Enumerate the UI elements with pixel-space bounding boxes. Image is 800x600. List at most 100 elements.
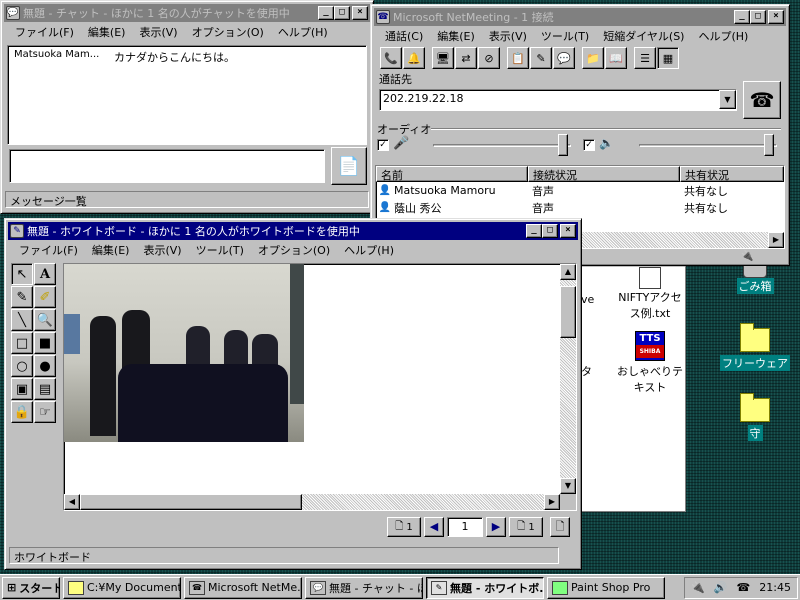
- canvas-vscroll[interactable]: ▲ ▼: [560, 264, 576, 494]
- chat-message-area[interactable]: Matsuoka Mam... カナダからこんにちは。: [7, 45, 367, 145]
- whiteboard-canvas[interactable]: ▲ ▼ ◀ ▶: [63, 263, 577, 511]
- share-icon[interactable]: 🖥: [432, 47, 454, 69]
- page-number-field[interactable]: 1: [447, 517, 483, 537]
- netmeeting-title-bar[interactable]: ☎ Microsoft NetMeeting - 1 接続 _ □ ×: [374, 8, 786, 26]
- next-page-button[interactable]: ▶: [486, 517, 506, 537]
- chat-title-bar[interactable]: 💬 無題 - チャット - ほかに 1 名の人がチャットを使用中 _ □ ×: [4, 4, 370, 22]
- directory-icon[interactable]: 📖: [605, 47, 627, 69]
- pen-tool-icon[interactable]: ✎: [11, 286, 33, 308]
- last-page-button[interactable]: 🗋 1: [509, 517, 543, 537]
- canvas-hscroll[interactable]: ◀ ▶: [64, 494, 560, 510]
- address-combo[interactable]: 202.219.22.18 ▼: [379, 89, 737, 111]
- clock[interactable]: 21:45: [759, 581, 791, 594]
- menu-view[interactable]: 表示(V): [132, 24, 184, 40]
- scroll-right-button[interactable]: ▶: [768, 232, 784, 248]
- close-button[interactable]: ×: [768, 10, 784, 24]
- rectangle-tool-icon[interactable]: □: [11, 332, 33, 354]
- netmeeting-tray-icon[interactable]: ☎: [737, 581, 751, 594]
- taskbar-button-whiteboard[interactable]: ✎ 無題 - ホワイトボ...: [426, 576, 544, 599]
- scroll-h-thumb[interactable]: [80, 494, 302, 510]
- menu-help[interactable]: ヘルプ(H): [271, 24, 335, 40]
- volume-tray-icon[interactable]: 🔊: [714, 581, 728, 594]
- details-view-icon[interactable]: ☰: [634, 47, 656, 69]
- scroll-thumb[interactable]: [560, 286, 576, 338]
- desktop-icon-nifty[interactable]: NIFTYアクセス例.txt: [613, 267, 687, 321]
- desktop-icon-freeware[interactable]: フリーウェア: [720, 322, 790, 371]
- mic-slider[interactable]: [433, 134, 571, 156]
- desktop-icon-tts[interactable]: TTS SHIBA おしゃべりテキスト: [613, 331, 687, 395]
- first-page-button[interactable]: 🗋 1: [387, 517, 421, 537]
- speaker-slider[interactable]: [639, 134, 777, 156]
- participant-row[interactable]: 👤 Matsuoka Mamoru 音声 共有なし: [376, 182, 784, 199]
- menu-view[interactable]: 表示(V): [136, 242, 188, 258]
- line-tool-icon[interactable]: ╲: [11, 309, 33, 331]
- menu-options[interactable]: オプション(O): [185, 24, 271, 40]
- scroll-right-button[interactable]: ▶: [544, 494, 560, 510]
- maximize-button[interactable]: □: [542, 224, 558, 238]
- select-area-tool-icon[interactable]: ▣: [11, 378, 33, 400]
- mic-checkbox[interactable]: ✓: [377, 139, 389, 151]
- close-button[interactable]: ×: [560, 224, 576, 238]
- taskbar-button-chat[interactable]: 💬 無題 - チャット - ほ...: [305, 576, 423, 599]
- menu-file[interactable]: ファイル(F): [8, 24, 81, 40]
- hangup-icon[interactable]: 🔔: [403, 47, 425, 69]
- list-view-icon[interactable]: ▦: [657, 47, 679, 69]
- column-sharing[interactable]: 共有状況: [680, 166, 784, 182]
- network-tray-icon[interactable]: 🔌: [691, 581, 705, 594]
- edit-icon[interactable]: ✎: [530, 47, 552, 69]
- scroll-left-button[interactable]: ◀: [64, 494, 80, 510]
- participant-row[interactable]: 👤 蔭山 秀公 音声 共有なし: [376, 199, 784, 216]
- whiteboard-title-bar[interactable]: ✎ 無題 - ホワイトボード - ほかに 1 名の人がホワイトボードを使用中 _…: [8, 222, 578, 240]
- maximize-button[interactable]: □: [334, 6, 350, 20]
- taskbar-button-paintshop[interactable]: Paint Shop Pro: [547, 576, 665, 599]
- explorer-item-ve[interactable]: ve: [581, 293, 594, 306]
- menu-edit[interactable]: 編集(E): [85, 242, 137, 258]
- collaborate-icon[interactable]: ⇄: [455, 47, 477, 69]
- menu-help[interactable]: ヘルプ(H): [337, 242, 401, 258]
- file-transfer-icon[interactable]: 📁: [582, 47, 604, 69]
- minimize-button[interactable]: _: [734, 10, 750, 24]
- scroll-up-button[interactable]: ▲: [560, 264, 576, 280]
- prev-page-button[interactable]: ◀: [424, 517, 444, 537]
- menu-tools[interactable]: ツール(T): [534, 28, 596, 44]
- column-name[interactable]: 名前: [376, 166, 528, 182]
- menu-speed-dial[interactable]: 短縮ダイヤル(S): [596, 28, 691, 44]
- speaker-checkbox[interactable]: ✓: [583, 139, 595, 151]
- menu-edit[interactable]: 編集(E): [81, 24, 133, 40]
- lock-contents-tool-icon[interactable]: 🔒: [11, 401, 33, 423]
- insert-page-button[interactable]: 🗋: [550, 517, 570, 537]
- ellipse-tool-icon[interactable]: ○: [11, 355, 33, 377]
- highlighter-tool-icon[interactable]: ✐: [34, 286, 56, 308]
- text-tool-icon[interactable]: A: [34, 263, 56, 285]
- menu-tools[interactable]: ツール(T): [189, 242, 251, 258]
- column-status[interactable]: 接続状況: [528, 166, 680, 182]
- scroll-down-button[interactable]: ▼: [560, 478, 576, 494]
- remote-pointer-tool-icon[interactable]: ☞: [34, 401, 56, 423]
- close-button[interactable]: ×: [352, 6, 368, 20]
- pasted-photo[interactable]: [64, 264, 304, 442]
- desktop-icon-mamoru[interactable]: 守: [720, 392, 790, 441]
- start-button[interactable]: ⊞ スタート: [2, 576, 60, 599]
- filled-rectangle-tool-icon[interactable]: ■: [34, 332, 56, 354]
- whiteboard-icon[interactable]: 📋: [507, 47, 529, 69]
- chat-icon[interactable]: 💬: [553, 47, 575, 69]
- taskbar-button-netmeeting[interactable]: ☎ Microsoft NetMe...: [184, 576, 302, 599]
- minimize-button[interactable]: _: [318, 6, 334, 20]
- zoom-tool-icon[interactable]: 🔍: [34, 309, 56, 331]
- taskbar-button-explorer[interactable]: C:¥My Document...: [63, 576, 181, 599]
- address-dropdown-button[interactable]: ▼: [719, 90, 736, 109]
- place-call-button[interactable]: ☎: [743, 81, 781, 119]
- select-window-tool-icon[interactable]: ▤: [34, 378, 56, 400]
- speaker-slider-thumb[interactable]: [764, 134, 774, 156]
- select-tool-icon[interactable]: ↖: [11, 263, 33, 285]
- filled-ellipse-tool-icon[interactable]: ●: [34, 355, 56, 377]
- stop-share-icon[interactable]: ⊘: [478, 47, 500, 69]
- send-button[interactable]: 📄: [331, 147, 367, 185]
- menu-view[interactable]: 表示(V): [482, 28, 534, 44]
- menu-file[interactable]: ファイル(F): [12, 242, 85, 258]
- call-icon[interactable]: 📞: [380, 47, 402, 69]
- menu-edit[interactable]: 編集(E): [430, 28, 482, 44]
- chat-input[interactable]: [9, 149, 325, 183]
- mic-slider-thumb[interactable]: [558, 134, 568, 156]
- minimize-button[interactable]: _: [526, 224, 542, 238]
